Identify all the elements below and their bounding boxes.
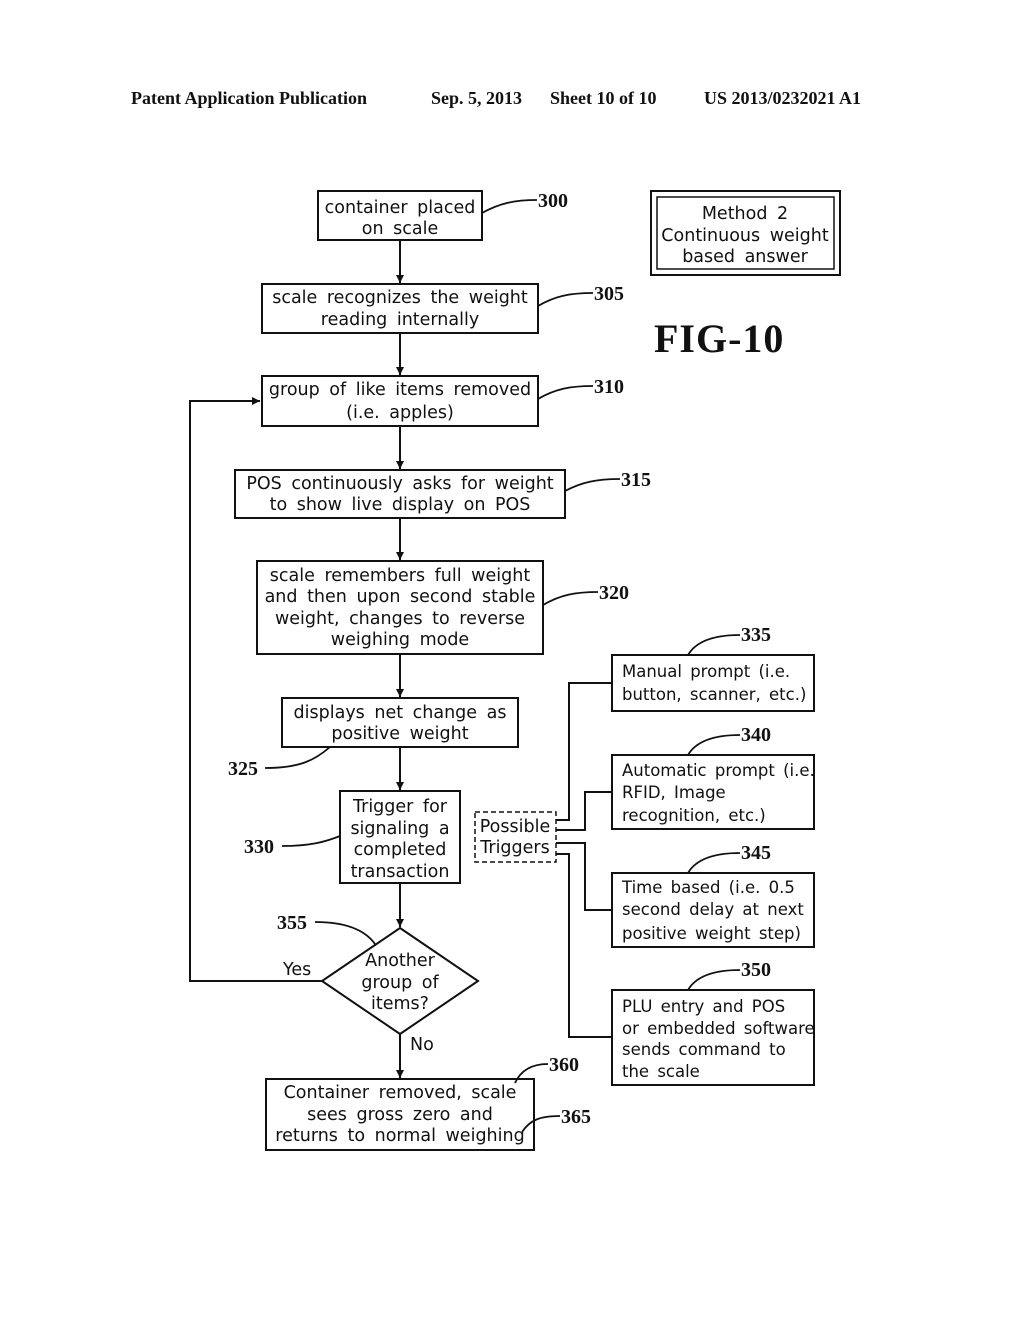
leader-line	[687, 852, 741, 874]
step-text: (i.e. apples)	[346, 403, 454, 423]
ref-number: 305	[594, 283, 624, 305]
step-text: on scale	[362, 219, 438, 239]
trigger-text: recognition, etc.)	[622, 806, 766, 825]
method-line: based answer	[682, 247, 808, 267]
leader-line	[481, 199, 538, 214]
step-text: container placed	[325, 198, 476, 218]
step-text: reading internally	[321, 310, 479, 330]
ref-number: 325	[228, 758, 258, 780]
step-text: transaction	[351, 862, 450, 882]
ref-number: 345	[741, 842, 771, 864]
step-305: scale recognizes the weight reading inte…	[261, 283, 624, 334]
step-text: Trigger for	[352, 797, 448, 817]
triggers-label: Possible	[480, 817, 550, 837]
step-text: displays net change as	[294, 703, 507, 723]
trigger-340: Automatic prompt (i.e. RFID, Image recog…	[611, 724, 815, 830]
method-line: Method 2	[702, 204, 788, 224]
no-label: No	[410, 1035, 434, 1055]
trigger-text: the scale	[622, 1062, 700, 1081]
leader-line	[542, 591, 599, 606]
decision-355: Another group of items? 355 Yes No	[277, 912, 480, 1055]
step-text: weight, changes to reverse	[275, 609, 525, 629]
ref-number: 350	[741, 959, 771, 981]
ref-number: 355	[277, 912, 307, 934]
connector-340	[556, 791, 612, 831]
step-315: POS continuously asks for weight to show…	[234, 469, 651, 519]
leader-line	[281, 835, 341, 847]
step-360: Container removed, scale sees gross zero…	[265, 1054, 591, 1151]
trigger-text: Manual prompt (i.e.	[622, 662, 790, 681]
triggers-label: Triggers	[479, 838, 549, 858]
step-330: Trigger for signaling a completed transa…	[244, 790, 461, 884]
ref-number: 340	[741, 724, 771, 746]
ref-number: 320	[599, 582, 629, 604]
step-text: sees gross zero and	[307, 1105, 493, 1125]
step-text: weighing mode	[331, 630, 469, 650]
leader-line	[687, 734, 741, 756]
ref-number: 330	[244, 836, 274, 858]
step-text: and then upon second stable	[265, 587, 536, 607]
step-text: scale recognizes the weight	[272, 288, 528, 308]
step-text: signaling a	[350, 819, 449, 839]
trigger-350: PLU entry and POS or embedded software s…	[611, 959, 815, 1086]
ref-number: 365	[561, 1106, 591, 1128]
step-300: container placed on scale 300	[317, 190, 568, 241]
trigger-text: second delay at next	[622, 900, 804, 919]
leader-line	[537, 292, 594, 307]
step-text: scale remembers full weight	[270, 566, 531, 586]
trigger-text: positive weight step)	[622, 924, 801, 943]
ref-number: 310	[594, 376, 624, 398]
method-box: Method 2 Continuous weight based answer	[650, 190, 841, 276]
step-text: group of like items removed	[269, 380, 531, 400]
trigger-text: Automatic prompt (i.e.	[622, 761, 815, 780]
leader-line	[687, 969, 741, 991]
decision-text: Another	[365, 951, 435, 971]
ref-number: 300	[538, 190, 568, 212]
trigger-text: button, scanner, etc.)	[622, 685, 806, 704]
decision-text: items?	[371, 994, 429, 1014]
trigger-345: Time based (i.e. 0.5 second delay at nex…	[611, 842, 815, 948]
step-text: completed	[354, 840, 447, 860]
figure-label: FIG-10	[654, 316, 784, 361]
step-text: returns to normal weighing	[275, 1126, 524, 1146]
ref-number: 360	[549, 1054, 579, 1076]
trigger-335: Manual prompt (i.e. button, scanner, etc…	[611, 624, 815, 712]
ref-number: 335	[741, 624, 771, 646]
step-text: positive weight	[331, 724, 468, 744]
ref-number: 315	[621, 469, 651, 491]
step-310: group of like items removed (i.e. apples…	[261, 375, 624, 427]
step-320: scale remembers full weight and then upo…	[256, 560, 629, 655]
trigger-text: RFID, Image	[622, 783, 726, 802]
trigger-text: Time based (i.e. 0.5	[621, 878, 795, 897]
trigger-text: sends command to	[622, 1040, 786, 1059]
leader-line	[537, 385, 594, 400]
step-text: POS continuously asks for weight	[246, 474, 553, 494]
leader-line	[314, 921, 376, 945]
step-text: to show live display on POS	[270, 495, 531, 515]
step-325: displays net change as positive weight 3…	[228, 697, 519, 780]
trigger-text: PLU entry and POS	[622, 997, 785, 1016]
flowchart: Method 2 Continuous weight based answer …	[189, 190, 841, 1151]
leader-line	[264, 746, 331, 769]
yes-label: Yes	[282, 960, 311, 980]
decision-text: group of	[361, 973, 439, 993]
leader-line	[564, 478, 621, 492]
leader-line	[687, 634, 741, 656]
possible-triggers: Possible Triggers	[474, 811, 557, 863]
method-line: Continuous weight	[661, 226, 829, 246]
trigger-text: or embedded software	[622, 1019, 815, 1038]
step-text: Container removed, scale	[284, 1083, 517, 1103]
